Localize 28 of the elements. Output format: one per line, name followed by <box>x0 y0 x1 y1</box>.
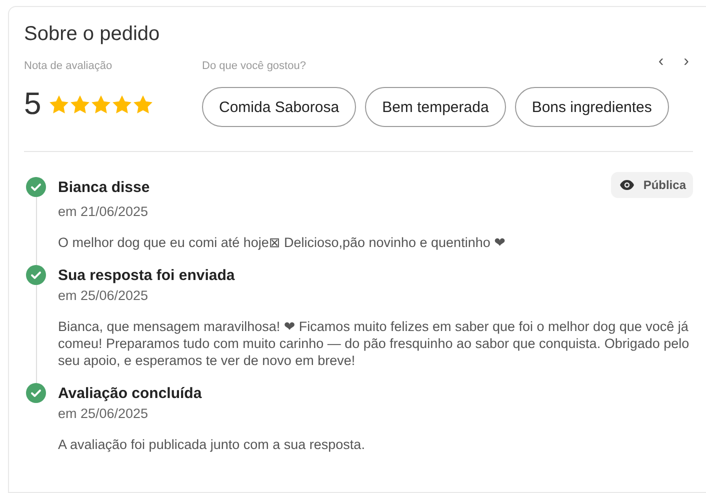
previous-button[interactable]: ‹ <box>654 53 668 71</box>
event-title: Sua resposta foi enviada <box>58 266 235 284</box>
tag-chip: Comida Saborosa <box>202 87 356 127</box>
check-icon <box>26 265 46 285</box>
star-icon <box>133 94 154 114</box>
eye-icon <box>620 180 634 190</box>
star-icon <box>91 94 112 114</box>
check-icon <box>26 383 46 403</box>
star-icon <box>49 94 70 114</box>
section-title: Sobre o pedido <box>24 23 161 46</box>
likes-label: Do que você gostou? <box>202 60 306 72</box>
tag-chip: Bons ingredientes <box>514 87 669 127</box>
event-date: em 25/06/2025 <box>58 288 150 303</box>
check-icon <box>26 177 46 197</box>
event-date: em 25/06/2025 <box>58 406 150 421</box>
event-title: Avaliação concluída <box>58 384 202 402</box>
event-date: em 21/06/2025 <box>58 204 150 219</box>
badge-text: Pública <box>643 178 686 192</box>
event-message: A avaliação foi publicada junto com a sua resposta. <box>58 436 366 453</box>
star-icon <box>70 94 90 114</box>
rating-value: 5 <box>24 86 42 122</box>
next-button[interactable]: › <box>680 53 693 71</box>
star-icon <box>112 94 132 114</box>
tag-chip: Bem temperada <box>365 87 506 127</box>
rating-label: Nota de avaliação <box>24 60 114 72</box>
event-message: O melhor dog que eu comi até hoje⊠ Delicioso,pão novinho e quentinho ❤ <box>58 234 506 251</box>
event-message: Bianca, que mensagem maravilhosa! ❤ Ficamos muito felizes em saber que foi o melhor dog que você já comeu! Preparamos tudo com muito carinho — do pão fresquinho ao sabor que conquista. Obrigado pelo seu apoio, e esperamos te ver de novo em breve! <box>58 318 690 369</box>
event-title: Bianca disse <box>58 178 150 196</box>
